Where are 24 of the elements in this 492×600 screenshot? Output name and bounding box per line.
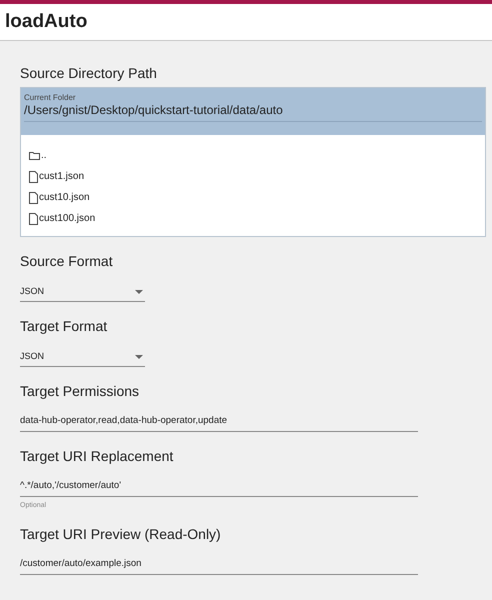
field-label: Target URI Preview (Read-Only) xyxy=(20,525,222,543)
file-item[interactable]: cust10.json xyxy=(39,192,90,204)
file-icon xyxy=(29,212,38,224)
field-label: Source Format xyxy=(20,252,114,270)
file-item[interactable]: cust1.json xyxy=(39,170,84,182)
folder-icon xyxy=(29,151,40,160)
caret-icon xyxy=(135,290,143,294)
field-label: Source Directory Path xyxy=(20,64,158,82)
caret-icon xyxy=(135,354,143,358)
current-folder-label: Current Folder xyxy=(24,93,77,103)
file-icon xyxy=(29,192,38,204)
text-field[interactable]: /customer/auto/example.json xyxy=(20,555,418,575)
format-dropdown[interactable]: JSON xyxy=(20,347,145,367)
format-dropdown[interactable]: JSON xyxy=(20,282,145,302)
current-folder-path: /Users/gnist/Desktop/quickstart-tutorial/data/auto xyxy=(24,103,284,118)
field-label: Target URI Replacement xyxy=(20,447,174,465)
text-field[interactable]: ^.*/auto,'/customer/auto' xyxy=(20,477,418,497)
file-item[interactable]: cust100.json xyxy=(39,212,96,224)
field-label: Target Permissions xyxy=(20,382,140,400)
text-field[interactable]: data-hub-operator,read,data-hub-operator,update xyxy=(20,412,418,432)
folder-item[interactable]: .. xyxy=(41,150,47,162)
file-icon xyxy=(29,170,38,182)
page-title: loadAuto xyxy=(5,10,88,34)
field-label: Target Format xyxy=(20,317,108,335)
